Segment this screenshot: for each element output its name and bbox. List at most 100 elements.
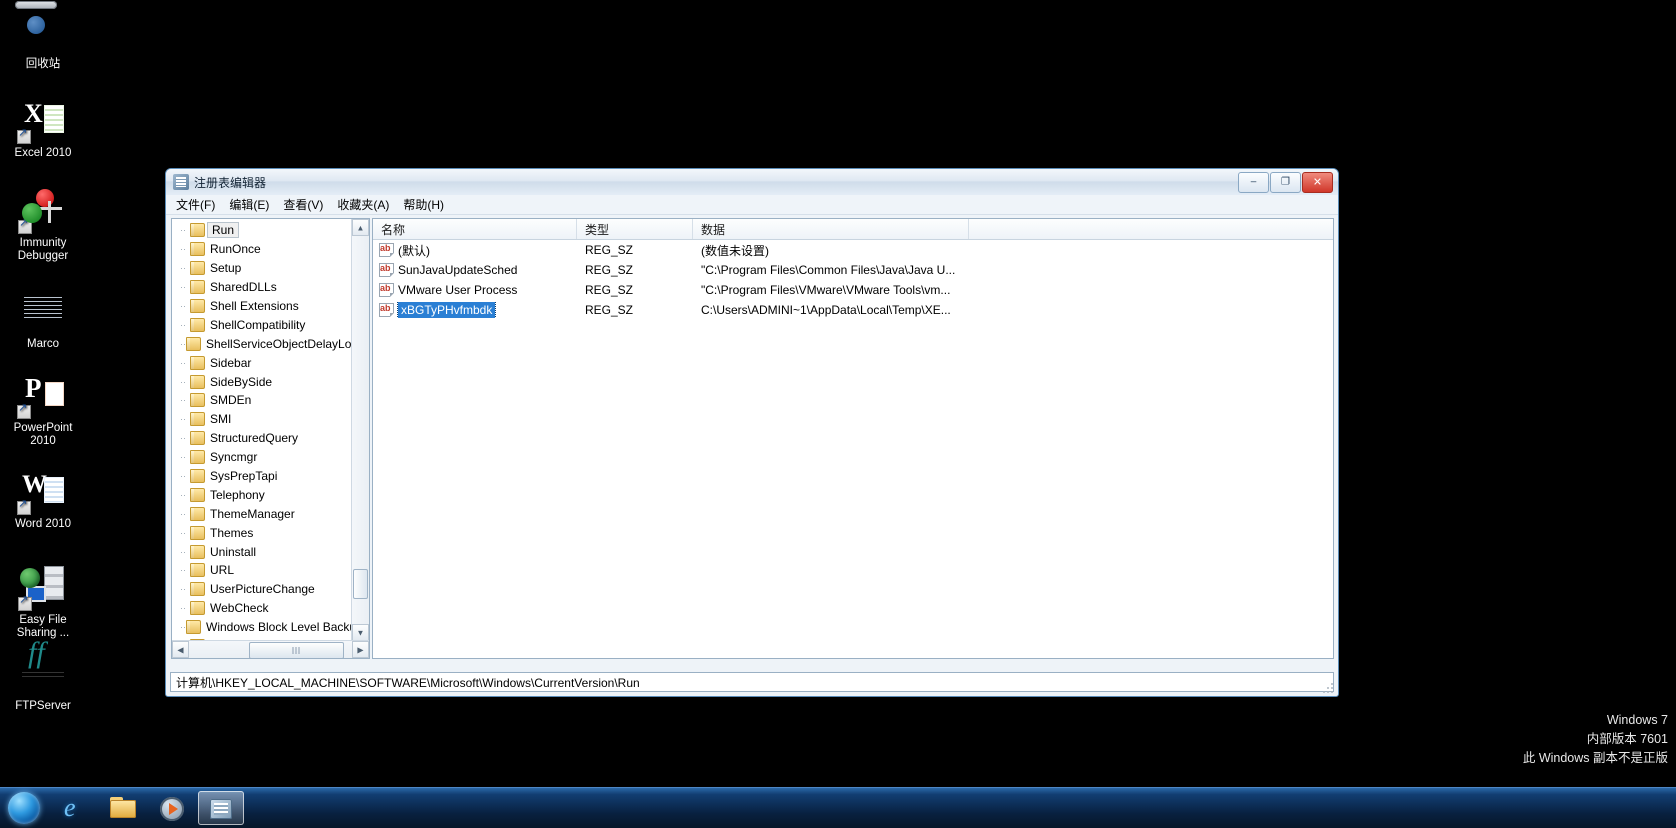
- folder-icon: [190, 393, 205, 408]
- taskbar-item-regedit[interactable]: [198, 791, 244, 825]
- column-header-type[interactable]: 类型: [577, 219, 693, 239]
- menu-item-help[interactable]: 帮助(H): [397, 195, 450, 214]
- window-title: 注册表编辑器: [194, 175, 267, 190]
- value-name: xBGTyPHvfmbdk: [396, 302, 497, 318]
- scroll-left-button[interactable]: ◀: [172, 641, 189, 658]
- folder-icon: [190, 525, 205, 540]
- tree-item-windows-block-level-backup[interactable]: ·· Windows Block Level Backup: [172, 618, 352, 637]
- list-header[interactable]: 名称 类型 数据: [373, 219, 1333, 240]
- folder-icon: [190, 412, 205, 427]
- desktop-icon-excel[interactable]: Excel 2010: [0, 95, 86, 160]
- tree-item-shareddlls[interactable]: ·· SharedDLLs: [172, 278, 352, 297]
- table-row-selected[interactable]: xBGTyPHvfmbdk REG_SZ C:\Users\ADMINI~1\A…: [373, 300, 1333, 320]
- folder-icon: [190, 450, 205, 465]
- tree-item-smi[interactable]: ·· SMI: [172, 410, 352, 429]
- column-header-filler: [969, 219, 1333, 239]
- desktop-icon-label: 回收站: [25, 58, 61, 70]
- close-button[interactable]: ✕: [1302, 171, 1333, 193]
- desktop-icon-immunity-debugger[interactable]: Immunity Debugger: [0, 185, 86, 263]
- tree-item-structuredquery[interactable]: ·· StructuredQuery: [172, 429, 352, 448]
- status-bar: 计算机\HKEY_LOCAL_MACHINE\SOFTWARE\Microsof…: [170, 672, 1334, 692]
- desktop-icon-marco[interactable]: Marco: [0, 286, 86, 351]
- maximize-icon: ❐: [1281, 176, 1290, 188]
- tree-item-runonce[interactable]: ·· RunOnce: [172, 240, 352, 259]
- column-header-data[interactable]: 数据: [693, 219, 969, 239]
- chevron-down-icon: ▼: [356, 628, 365, 637]
- taskbar-item-internet-explorer[interactable]: [51, 791, 97, 825]
- registry-values-list[interactable]: 名称 类型 数据 (默认) REG_SZ (数值未设置) SunJavaUpda…: [372, 218, 1334, 659]
- column-header-name[interactable]: 名称: [373, 219, 577, 239]
- desktop-icon-powerpoint[interactable]: PowerPoint 2010: [0, 370, 86, 448]
- tree-item-smden[interactable]: ·· SMDEn: [172, 391, 352, 410]
- activation-line-2: 内部版本 7601: [1586, 732, 1668, 746]
- menu-item-view[interactable]: 查看(V): [277, 195, 329, 214]
- registry-editor-window[interactable]: 注册表编辑器 – ❐ ✕ 文件(F) 编辑(E) 查看(V) 收藏夹(A) 帮助…: [165, 168, 1339, 697]
- tree-vertical-scrollbar[interactable]: ▲ ▼: [351, 219, 369, 641]
- tree-item-setup[interactable]: ·· Setup: [172, 259, 352, 278]
- tree-item-telephony[interactable]: ·· Telephony: [172, 485, 352, 504]
- shortcut-arrow-icon: [17, 498, 31, 515]
- minimize-button[interactable]: –: [1238, 171, 1269, 193]
- scroll-right-button[interactable]: ▶: [352, 641, 369, 658]
- taskbar-item-file-explorer[interactable]: [100, 791, 146, 825]
- folder-icon: [190, 431, 205, 446]
- desktop-icon-ftpserver[interactable]: FTPServer: [0, 648, 86, 713]
- tree-item-webcheck[interactable]: ·· WebCheck: [172, 599, 352, 618]
- tree-item-shellcompatibility[interactable]: ·· ShellCompatibility: [172, 315, 352, 334]
- taskbar-item-media-player[interactable]: [149, 791, 195, 825]
- tree-item-uninstall[interactable]: ·· Uninstall: [172, 542, 352, 561]
- tree-item-shell-extensions[interactable]: ·· Shell Extensions: [172, 297, 352, 316]
- tree-horizontal-scrollbar[interactable]: ◀ ▶: [172, 640, 369, 658]
- shortcut-arrow-icon: [18, 594, 32, 611]
- scrollbar-thumb[interactable]: [249, 642, 344, 658]
- folder-icon: [190, 317, 205, 332]
- desktop[interactable]: 回收站 Excel 2010 Immunity Debugger Marco P…: [0, 0, 1676, 828]
- menu-bar[interactable]: 文件(F) 编辑(E) 查看(V) 收藏夹(A) 帮助(H): [166, 195, 1338, 215]
- string-value-icon: [379, 302, 394, 317]
- scroll-up-button[interactable]: ▲: [352, 219, 369, 236]
- tree-item-syncmgr[interactable]: ·· Syncmgr: [172, 448, 352, 467]
- window-titlebar[interactable]: 注册表编辑器 – ❐ ✕: [166, 169, 1338, 195]
- tree-item-thememanager[interactable]: ·· ThemeManager: [172, 504, 352, 523]
- chevron-left-icon: ◀: [177, 645, 184, 654]
- folder-icon: [190, 544, 205, 559]
- document-icon: [19, 286, 67, 334]
- close-icon: ✕: [1312, 176, 1323, 189]
- table-row[interactable]: VMware User Process REG_SZ "C:\Program F…: [373, 280, 1333, 300]
- menu-item-favorites[interactable]: 收藏夹(A): [331, 195, 395, 214]
- desktop-icon-recycle-bin[interactable]: 回收站: [0, 6, 86, 71]
- maximize-button[interactable]: ❐: [1270, 171, 1301, 193]
- value-name: SunJavaUpdateSched: [398, 263, 518, 277]
- table-row[interactable]: SunJavaUpdateSched REG_SZ "C:\Program Fi…: [373, 260, 1333, 280]
- tree-item-sidebar[interactable]: ·· Sidebar: [172, 353, 352, 372]
- folder-icon: [190, 601, 205, 616]
- table-row[interactable]: (默认) REG_SZ (数值未设置): [373, 240, 1333, 260]
- word-icon: [17, 466, 67, 515]
- tree-item-syspreptapi[interactable]: ·· SysPrepTapi: [172, 467, 352, 486]
- value-data: (数值未设置): [701, 243, 769, 258]
- registry-tree-panel[interactable]: ·· Run ·· RunOnce ·· Setup ·· SharedDLLs ·· S…: [171, 218, 370, 659]
- tree-item-url[interactable]: ·· URL: [172, 561, 352, 580]
- registry-tree[interactable]: ·· Run ·· RunOnce ·· Setup ·· SharedDLLs ·· S…: [172, 219, 352, 641]
- folder-icon: [190, 280, 205, 295]
- resize-grip[interactable]: [1323, 681, 1335, 693]
- tree-item-shellserviceobjectdelayload[interactable]: ·· ShellServiceObjectDelayLoad: [172, 334, 352, 353]
- desktop-icon-easy-file-sharing[interactable]: Easy File Sharing ...: [0, 562, 86, 640]
- scrollbar-thumb[interactable]: [353, 569, 368, 599]
- menu-item-edit[interactable]: 编辑(E): [223, 195, 275, 214]
- start-button[interactable]: [2, 790, 48, 826]
- desktop-icon-word[interactable]: Word 2010: [0, 466, 86, 531]
- desktop-icon-label: Immunity Debugger: [17, 237, 69, 262]
- value-type: REG_SZ: [585, 263, 634, 277]
- tree-item-run[interactable]: ·· Run: [172, 221, 352, 240]
- menu-item-file[interactable]: 文件(F): [170, 195, 221, 214]
- tree-item-themes[interactable]: ·· Themes: [172, 523, 352, 542]
- scroll-down-button[interactable]: ▼: [352, 624, 369, 641]
- taskbar[interactable]: [0, 787, 1676, 828]
- value-data: C:\Users\ADMINI~1\AppData\Local\Temp\XE.…: [701, 303, 951, 317]
- tree-item-userpicturechange[interactable]: ·· UserPictureChange: [172, 580, 352, 599]
- status-path: 计算机\HKEY_LOCAL_MACHINE\SOFTWARE\Microsof…: [176, 675, 640, 690]
- tree-item-sidebyside[interactable]: ·· SideBySide: [172, 372, 352, 391]
- window-controls[interactable]: – ❐ ✕: [1238, 171, 1333, 193]
- folder-icon: [190, 261, 205, 276]
